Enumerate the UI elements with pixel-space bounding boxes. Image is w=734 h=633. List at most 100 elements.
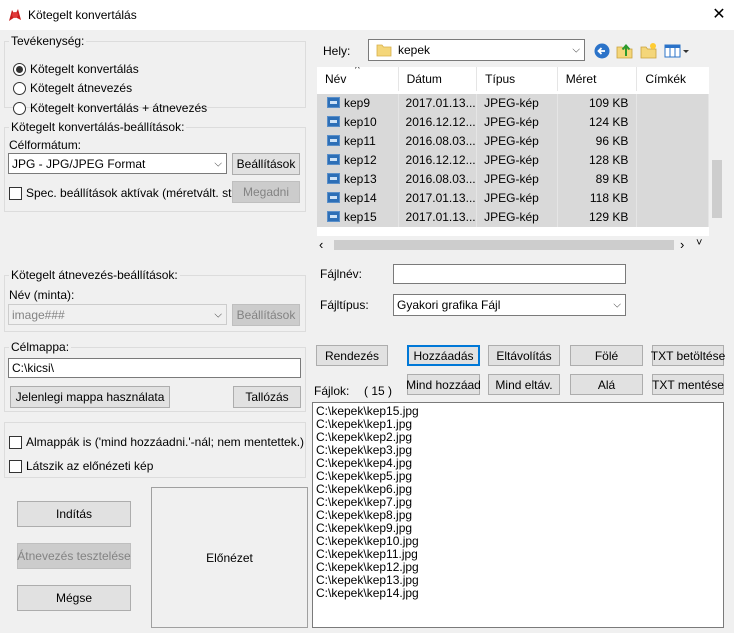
list-row[interactable]: kep12 2016.12.12.... JPEG-kép 128 KB [317,151,709,170]
scroll-thumb[interactable] [712,160,722,218]
load-txt-button[interactable]: TXT betöltése [651,345,725,366]
radio-label: Kötegelt átnevezés [30,81,133,95]
radio-dot[interactable] [13,81,26,95]
checkbox-box[interactable] [9,186,22,200]
subfolders-checkbox[interactable]: Almappák is ('mind hozzáadni.'-nál; nem … [9,435,304,449]
column-header-type[interactable]: Típus [477,67,558,91]
show-preview-checkbox[interactable]: Látszik az előnézeti kép [9,459,153,473]
list-item[interactable]: C:\kepek\kep15.jpg [316,404,419,418]
chevron-right-icon[interactable]: › [680,237,684,252]
specify-button[interactable]: Megadni [232,181,300,203]
location-select[interactable]: kepek ⌵ [368,39,585,61]
remove-button[interactable]: Eltávolítás [488,345,560,366]
target-format-select[interactable]: JPG - JPG/JPEG Format ⌵ [8,153,227,174]
image-file-icon [327,211,340,222]
close-button[interactable]: ✕ [706,2,732,28]
radio-dot[interactable] [13,62,26,76]
checkbox-box[interactable] [9,459,22,473]
chevron-left-icon[interactable]: ‹ [319,237,323,252]
file-list-view[interactable]: Név ^ Dátum Típus Méret Címkék kep9 2017.… [316,66,710,254]
vertical-scrollbar[interactable] [710,66,724,254]
special-settings-checkbox[interactable]: Spec. beállítások aktívak (méretvált. st… [9,186,245,200]
cell-text: kep12 [344,153,377,167]
list-item[interactable]: C:\kepek\kep10.jpg [316,534,419,548]
cell-name: kep13 [317,170,399,189]
list-row[interactable]: kep14 2017.01.13.... JPEG-kép 118 KB [317,189,709,208]
image-file-icon [327,97,340,108]
list-row[interactable]: kep9 2017.01.13.... JPEG-kép 109 KB [317,94,709,113]
cell-text: 128 KB [588,153,629,167]
view-menu-icon[interactable] [664,42,690,60]
cell-name: kep9 [317,94,399,113]
radio-convert-and-rename[interactable]: Kötegelt konvertálás + átnevezés [13,101,207,115]
chevron-down-icon: ⌵ [214,158,222,169]
chevron-down-icon[interactable]: ˅ [696,237,702,249]
cell-size: 89 KB [557,170,638,189]
add-all-button[interactable]: Mind hozzáad [406,374,481,395]
checkbox-box[interactable] [9,435,22,449]
column-label: Név [325,72,347,86]
add-button[interactable]: Hozzáadás [407,345,480,366]
list-row[interactable]: kep11 2016.08.03.... JPEG-kép 96 KB [317,132,709,151]
cell-text: JPEG-kép [484,115,539,129]
move-down-button[interactable]: Alá [570,374,643,395]
save-txt-button[interactable]: TXT mentése [652,374,724,395]
radio-dot[interactable] [13,101,26,115]
cell-text: JPEG-kép [484,210,539,224]
scroll-thumb[interactable] [334,240,674,250]
radio-batch-convert[interactable]: Kötegelt konvertálás [13,62,139,76]
use-current-folder-button[interactable]: Jelenlegi mappa használata [10,386,170,408]
filename-input[interactable] [393,264,626,284]
cell-size: 129 KB [557,208,638,227]
files-label: Fájlok: [314,384,350,398]
list-item[interactable]: C:\kepek\kep3.jpg [316,443,412,457]
move-up-button[interactable]: Fölé [570,345,643,366]
list-row[interactable]: kep13 2016.08.03.... JPEG-kép 89 KB [317,170,709,189]
list-item[interactable]: C:\kepek\kep2.jpg [316,430,412,444]
cell-type: JPEG-kép [477,170,558,189]
browse-button[interactable]: Tallózás [233,386,301,408]
radio-batch-rename[interactable]: Kötegelt átnevezés [13,81,132,95]
target-folder-input[interactable]: C:\kicsi\ [8,358,301,378]
rename-settings-button[interactable]: Beállítások [232,304,300,326]
column-header-tags[interactable]: Címkék [637,67,709,91]
list-item[interactable]: C:\kepek\kep4.jpg [316,456,412,470]
sort-button[interactable]: Rendezés [316,345,388,366]
folder-up-icon[interactable] [616,42,634,60]
list-item[interactable]: C:\kepek\kep1.jpg [316,417,412,431]
new-folder-icon[interactable] [640,42,658,60]
start-button[interactable]: Indítás [17,501,131,527]
test-rename-button[interactable]: Átnevezés tesztelése [17,543,131,569]
folder-icon [376,44,392,57]
cell-size: 128 KB [557,151,638,170]
remove-all-button[interactable]: Mind eltáv. [488,374,560,395]
cell-name: kep11 [317,132,399,151]
cell-text: kep11 [344,134,376,148]
horizontal-scrollbar[interactable]: ‹ › ˅ [316,236,710,254]
column-header-date[interactable]: Dátum [399,67,478,91]
list-item[interactable]: C:\kepek\kep7.jpg [316,495,412,509]
list-item[interactable]: C:\kepek\kep6.jpg [316,482,412,496]
column-header-name[interactable]: Név ^ [317,67,399,91]
convert-settings-button[interactable]: Beállítások [232,153,300,175]
checkbox-label: Almappák is ('mind hozzáadni.'-nál; nem … [26,435,305,449]
list-row[interactable]: kep15 2017.01.13.... JPEG-kép 129 KB [317,208,709,227]
cell-text: JPEG-kép [484,172,539,186]
list-item[interactable]: C:\kepek\kep11.jpg [316,547,418,561]
filetype-select[interactable]: Gyakori grafika Fájl ⌵ [393,294,626,316]
cancel-button[interactable]: Mégse [17,585,131,611]
cell-text: 96 KB [595,134,629,148]
column-header-size[interactable]: Méret [558,67,638,91]
cell-date: 2016.08.03.... [398,170,478,189]
back-arrow-icon[interactable] [593,42,611,60]
files-listbox[interactable]: C:\kepek\kep15.jpg C:\kepek\kep1.jpg C:\ke… [312,402,724,628]
activity-legend: Tevékenység: [11,34,85,48]
name-pattern-select[interactable]: image### ⌵ [8,304,227,325]
list-row[interactable]: kep10 2016.12.12.... JPEG-kép 124 KB [317,113,709,132]
list-item[interactable]: C:\kepek\kep13.jpg [316,573,419,587]
list-item[interactable]: C:\kepek\kep5.jpg [316,469,412,483]
list-item[interactable]: C:\kepek\kep9.jpg [316,521,412,535]
list-item[interactable]: C:\kepek\kep8.jpg [316,508,412,522]
list-item[interactable]: C:\kepek\kep12.jpg [316,560,419,574]
list-item[interactable]: C:\kepek\kep14.jpg [316,586,419,600]
